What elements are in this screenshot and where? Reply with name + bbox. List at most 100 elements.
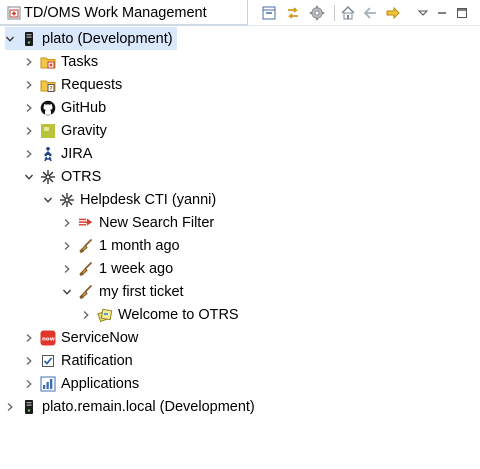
view-title: TD/OMS Work Management xyxy=(24,5,207,21)
tree-item-label: JIRA xyxy=(61,145,93,162)
tree-item[interactable]: now ServiceNow xyxy=(24,326,138,349)
search-filter-icon xyxy=(78,215,94,231)
expand-toggle[interactable] xyxy=(62,264,72,274)
tree-item[interactable]: Ratification xyxy=(24,349,133,372)
home-icon xyxy=(341,5,355,20)
home-button[interactable] xyxy=(338,3,358,23)
work-management-icon xyxy=(7,6,21,20)
expand-toggle[interactable] xyxy=(24,379,34,389)
tree-item-label: Tasks xyxy=(61,53,99,70)
broom-icon xyxy=(78,261,94,277)
tree-item[interactable]: ? Requests xyxy=(24,73,122,96)
forward-button[interactable] xyxy=(383,3,403,23)
collapse-toggle[interactable] xyxy=(5,34,15,44)
expand-toggle[interactable] xyxy=(24,103,34,113)
back-button[interactable] xyxy=(360,3,380,23)
collapse-toggle[interactable] xyxy=(24,172,34,182)
github-icon xyxy=(40,100,56,116)
tree-item[interactable]: New Search Filter xyxy=(62,211,214,234)
twisty-collapsed-icon xyxy=(26,149,32,158)
tree-item[interactable]: 1 week ago xyxy=(62,257,173,280)
twisty-collapsed-icon xyxy=(26,57,32,66)
tree-item-label: OTRS xyxy=(61,168,102,185)
expand-toggle[interactable] xyxy=(24,57,34,67)
tree-item-label: Welcome to OTRS xyxy=(118,306,239,323)
tree-item[interactable]: Gravity xyxy=(24,119,107,142)
forward-arrow-icon xyxy=(386,6,400,20)
expand-toggle[interactable] xyxy=(24,149,34,159)
twisty-collapsed-icon xyxy=(26,356,32,365)
gear-icon xyxy=(309,5,325,21)
twisty-collapsed-icon xyxy=(26,103,32,112)
maximize-icon xyxy=(457,8,467,18)
tree-item-label: Ratification xyxy=(61,352,133,369)
tree-item-label: plato (Development) xyxy=(42,30,173,47)
maximize-button[interactable] xyxy=(452,3,472,23)
twisty-collapsed-icon xyxy=(64,241,70,250)
twisty-collapsed-icon xyxy=(64,264,70,273)
link-sync-icon xyxy=(287,7,299,19)
settings-button[interactable] xyxy=(307,3,327,23)
tasks-folder-icon xyxy=(40,54,56,70)
twisty-expanded-icon xyxy=(63,289,71,295)
expand-toggle[interactable] xyxy=(5,402,15,412)
tab-underline xyxy=(0,24,248,26)
tree-item-label: New Search Filter xyxy=(99,214,215,231)
minimize-icon xyxy=(438,12,446,14)
back-arrow-icon xyxy=(363,7,376,19)
broom-icon xyxy=(78,284,94,300)
twisty-expanded-icon xyxy=(6,36,14,42)
tree-item[interactable]: plato.remain.local (Development) xyxy=(5,395,255,418)
otrs-icon xyxy=(40,169,56,185)
tree-item-label: 1 week ago xyxy=(99,260,174,277)
expand-toggle[interactable] xyxy=(81,310,91,320)
tree-item-label: my first ticket xyxy=(99,283,184,300)
tree-item[interactable]: my first ticket xyxy=(62,280,184,303)
link-with-editor-button[interactable] xyxy=(283,3,303,23)
expand-toggle[interactable] xyxy=(62,241,72,251)
toolbar-separator xyxy=(334,5,335,21)
twisty-collapsed-icon xyxy=(26,80,32,89)
tree-item-label: Applications xyxy=(61,375,140,392)
gravity-icon xyxy=(40,123,56,139)
tree-item[interactable]: JIRA xyxy=(24,142,92,165)
twisty-collapsed-icon xyxy=(26,379,32,388)
tree-item[interactable]: Applications xyxy=(24,372,139,395)
tree-item[interactable]: OTRS xyxy=(24,165,101,188)
collapse-toggle[interactable] xyxy=(43,195,53,205)
broom-icon xyxy=(78,238,94,254)
expand-toggle[interactable] xyxy=(24,356,34,366)
tree-item[interactable]: Welcome to OTRS xyxy=(81,303,239,326)
view-tab[interactable]: TD/OMS Work Management xyxy=(0,0,248,26)
collapse-toggle[interactable] xyxy=(62,287,72,297)
collapse-all-button[interactable] xyxy=(259,3,279,23)
tree-item-label: Requests xyxy=(61,76,123,93)
server-icon xyxy=(21,399,37,415)
tree-item[interactable]: Tasks xyxy=(24,50,98,73)
server-icon xyxy=(21,31,37,47)
tree-item-label: ServiceNow xyxy=(61,329,139,346)
expand-toggle[interactable] xyxy=(24,126,34,136)
tree-item-label: Helpdesk CTI (yanni) xyxy=(80,191,217,208)
tree-item[interactable]: 1 month ago xyxy=(62,234,180,257)
header-divider xyxy=(248,25,480,26)
twisty-collapsed-icon xyxy=(26,333,32,342)
view-menu-icon xyxy=(418,10,428,16)
requests-folder-icon: ? xyxy=(40,77,56,93)
expand-toggle[interactable] xyxy=(24,333,34,343)
expand-toggle[interactable] xyxy=(62,218,72,228)
expand-toggle[interactable] xyxy=(24,80,34,90)
minimize-button[interactable] xyxy=(432,3,452,23)
view-menu-button[interactable] xyxy=(413,3,433,23)
twisty-expanded-icon xyxy=(25,174,33,180)
ticket-icon xyxy=(97,307,113,323)
tree-item[interactable]: Helpdesk CTI (yanni) xyxy=(43,188,216,211)
jira-icon xyxy=(40,146,56,162)
tree-item[interactable]: plato (Development) xyxy=(5,27,177,50)
tree-item-label: plato.remain.local (Development) xyxy=(42,398,255,415)
twisty-collapsed-icon xyxy=(7,402,13,411)
svg-text:?: ? xyxy=(49,85,53,92)
twisty-collapsed-icon xyxy=(26,126,32,135)
tree-item[interactable]: GitHub xyxy=(24,96,106,119)
servicenow-icon: now xyxy=(40,330,56,346)
